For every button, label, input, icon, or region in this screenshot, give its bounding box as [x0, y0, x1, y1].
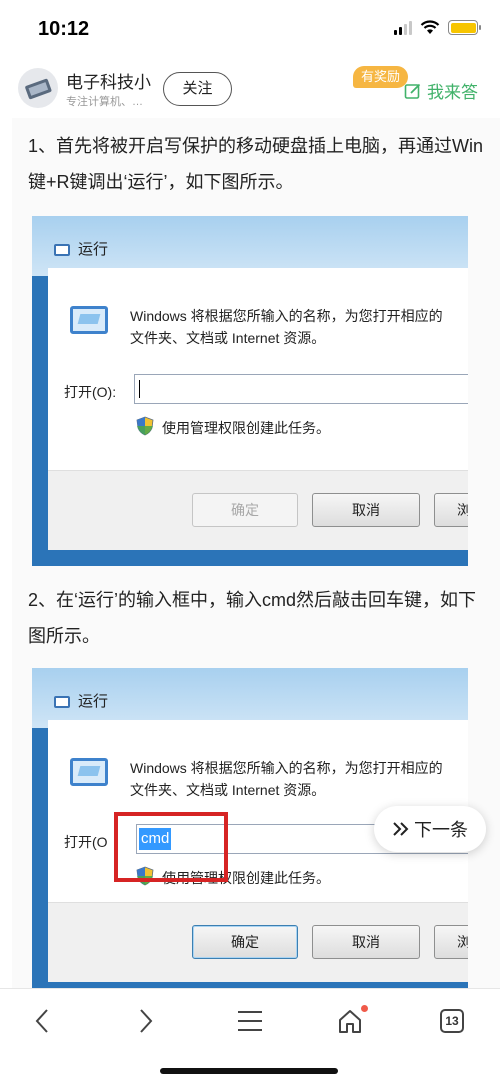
answer-button[interactable]: 我来答	[404, 78, 478, 103]
status-bar: 10:12	[0, 0, 500, 60]
home-indicator	[160, 1068, 338, 1074]
author-bar: 电子科技小 专注计算机、… 关注 有奖励 我来答	[0, 62, 500, 118]
dialog-description-line2: 文件夹、文档或 Internet 资源。	[130, 782, 326, 798]
answer-label: 我来答	[427, 83, 478, 102]
menu-icon	[238, 1011, 262, 1031]
back-button[interactable]	[22, 1003, 62, 1039]
cancel-button: 取消	[312, 493, 420, 527]
forward-icon	[140, 1009, 153, 1033]
tabs-icon: 13	[440, 1009, 464, 1033]
forward-button[interactable]	[126, 1003, 166, 1039]
open-input	[134, 374, 468, 404]
step1-text: 1、首先将被开启写保护的移动硬盘插上电脑，再通过Win键+R键调出‘运行’，如下…	[28, 136, 484, 192]
dialog-description-line2: 文件夹、文档或 Internet 资源。	[130, 330, 326, 346]
menu-button[interactable]	[230, 1003, 270, 1039]
run-app-icon	[70, 758, 108, 786]
status-icons	[394, 20, 481, 35]
avatar[interactable]	[18, 68, 58, 108]
dialog-description-line1: Windows 将根据您所输入的名称，为您打开相应的	[130, 760, 443, 776]
dialog-description-line1: Windows 将根据您所输入的名称，为您打开相应的	[130, 308, 443, 324]
shield-icon	[136, 416, 154, 436]
dialog-title: 运行	[78, 241, 109, 258]
signal-icon	[394, 20, 412, 35]
run-window-icon	[54, 244, 70, 256]
next-item-button[interactable]: 下一条	[374, 806, 486, 852]
reward-badge: 有奖励	[353, 66, 409, 88]
author-description: 专注计算机、…	[66, 96, 143, 108]
open-label: 打开(O	[64, 834, 108, 850]
run-dialog-screenshot-1[interactable]: 运行 Windows 将根据您所输入的名称，为您打开相应的 文件夹、文档或 In…	[32, 216, 468, 566]
browse-button: 浏	[434, 493, 468, 527]
status-time: 10:12	[38, 18, 90, 40]
run-app-icon	[70, 306, 108, 334]
next-item-label: 下一条	[414, 820, 468, 840]
browse-button: 浏	[434, 925, 468, 959]
notification-dot	[361, 1005, 368, 1012]
ok-button: 确定	[192, 925, 298, 959]
edit-answer-icon	[404, 83, 421, 99]
step2-text: 2、在‘运行’的输入框中，输入cmd然后敲击回车键，如下图所示。	[28, 590, 477, 646]
article-content: 1、首先将被开启写保护的移动硬盘插上电脑，再通过Win键+R键调出‘运行’，如下…	[12, 118, 500, 988]
wifi-icon	[420, 20, 440, 34]
open-label: 打开(O):	[64, 384, 117, 400]
next-arrow-icon	[393, 822, 409, 836]
dialog-footer: 确定 取消 浏	[48, 902, 468, 982]
cancel-button: 取消	[312, 925, 420, 959]
run-window-icon	[54, 696, 70, 708]
ok-button: 确定	[192, 493, 298, 527]
tabs-button[interactable]: 13	[432, 1003, 472, 1039]
highlight-box	[114, 812, 228, 882]
admin-note: 使用管理权限创建此任务。	[162, 420, 330, 436]
back-icon	[35, 1009, 48, 1033]
dialog-footer: 确定 取消 浏	[48, 470, 468, 550]
follow-button[interactable]: 关注	[163, 72, 232, 106]
home-icon	[339, 1010, 361, 1033]
home-button[interactable]	[330, 1003, 370, 1039]
author-name[interactable]: 电子科技小	[66, 68, 151, 93]
battery-icon	[448, 20, 481, 35]
dialog-title: 运行	[78, 693, 109, 710]
